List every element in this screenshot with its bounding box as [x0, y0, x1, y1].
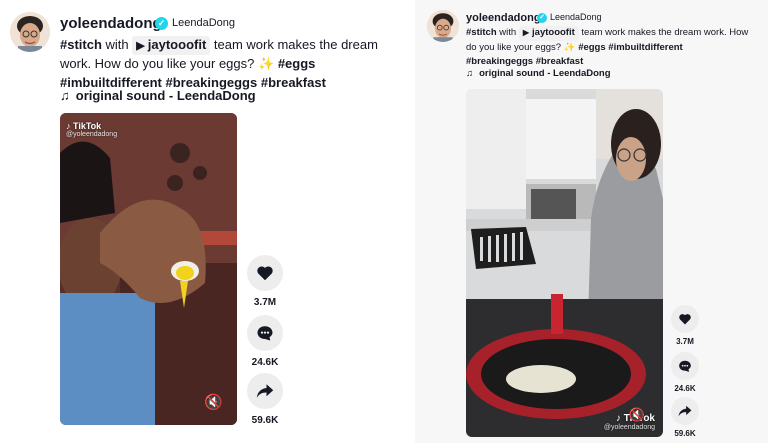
like-action[interactable]: 3.7M: [669, 305, 701, 346]
like-action[interactable]: 3.7M: [246, 255, 284, 308]
video-frame: [60, 113, 237, 425]
like-button[interactable]: [247, 255, 283, 291]
mute-icon[interactable]: 🔇: [204, 393, 223, 411]
heart-icon: [257, 266, 273, 281]
share-action[interactable]: 59.6K: [669, 397, 701, 438]
comment-icon: [257, 326, 273, 341]
hashtag-eggs[interactable]: #eggs: [278, 56, 316, 71]
video-player[interactable]: ♪ TikTok @yoleendadong 🔇: [60, 113, 237, 425]
caption-with: with: [499, 27, 517, 38]
like-count: 3.7M: [676, 337, 694, 346]
hashtag-imbuiltdifferent[interactable]: #imbuiltdifferent: [608, 42, 682, 53]
share-button[interactable]: [247, 373, 283, 409]
right-post-panel: yoleendadong ✓ LeendaDong #stitch with ▶…: [415, 0, 768, 443]
comment-count: 24.6K: [251, 357, 279, 368]
sound-label: original sound - LeendaDong: [479, 68, 611, 79]
avatar[interactable]: [427, 10, 459, 42]
sound-link[interactable]: ♫ original sound - LeendaDong: [466, 68, 611, 79]
mute-icon[interactable]: 🔇: [629, 407, 645, 423]
hashtag-breakingeggs[interactable]: #breakingeggs: [466, 56, 533, 67]
nickname[interactable]: LeendaDong: [550, 12, 602, 22]
like-count: 3.7M: [253, 297, 277, 308]
sparkle-emoji: ✨: [563, 41, 576, 53]
comment-action[interactable]: 24.6K: [669, 352, 701, 393]
mention-name: jaytooofit: [532, 27, 575, 38]
watermark-brand: TikTok: [73, 121, 102, 131]
mention-name: jaytooofit: [147, 37, 207, 52]
verified-badge-icon: ✓: [537, 13, 547, 23]
verified-badge-icon: ✓: [155, 17, 168, 30]
tiktok-logo-icon: ♪: [615, 413, 621, 424]
heart-icon: [679, 314, 691, 325]
comment-button[interactable]: [671, 352, 699, 380]
username[interactable]: yoleendadong: [60, 15, 162, 32]
share-button[interactable]: [671, 397, 699, 425]
mention-chip[interactable]: ▶ jaytooofit: [518, 26, 579, 41]
share-count: 59.6K: [251, 415, 279, 426]
caption-with: with: [105, 37, 129, 52]
left-post-panel: yoleendadong ✓ LeendaDong #stitch with ▶…: [0, 0, 405, 443]
like-button[interactable]: [671, 305, 699, 333]
avatar[interactable]: [10, 12, 50, 52]
hashtag-stitch[interactable]: #stitch: [60, 37, 102, 52]
caption: #stitch with ▶ jaytooofit team work makes…: [60, 36, 410, 93]
username[interactable]: yoleendadong: [466, 12, 541, 24]
hashtag-breakfast[interactable]: #breakfast: [261, 75, 326, 90]
music-note-icon: ♫: [60, 88, 70, 103]
panel-divider: [405, 0, 415, 443]
comment-count: 24.6K: [674, 384, 696, 393]
play-icon: ▶: [136, 40, 145, 52]
avatar-image: [427, 10, 459, 42]
hashtag-eggs[interactable]: #eggs: [578, 42, 605, 53]
sound-label: original sound - LeendaDong: [75, 88, 256, 103]
watermark-handle: @yoleendadong: [603, 424, 655, 431]
share-icon: [256, 384, 274, 398]
hashtag-breakfast[interactable]: #breakfast: [536, 56, 584, 67]
music-note-icon: ♫: [466, 68, 474, 79]
comment-button[interactable]: [247, 315, 283, 351]
tiktok-logo-icon: ♪: [66, 121, 71, 131]
comment-action[interactable]: 24.6K: [246, 315, 284, 368]
caption: #stitch with ▶ jaytooofit team work makes…: [466, 26, 751, 70]
video-player[interactable]: ♪ TikTok @yoleendadong 🔇: [466, 89, 663, 437]
nickname[interactable]: LeendaDong: [172, 17, 235, 29]
share-count: 59.6K: [674, 429, 696, 438]
share-icon: [678, 405, 692, 417]
play-icon: ▶: [522, 28, 530, 37]
mention-chip[interactable]: ▶ jaytooofit: [132, 36, 211, 55]
video-frame: [466, 89, 663, 437]
sparkle-emoji: ✨: [258, 55, 275, 71]
sound-link[interactable]: ♫ original sound - LeendaDong: [60, 88, 256, 103]
tiktok-watermark: ♪ TikTok @yoleendadong: [66, 121, 117, 138]
share-action[interactable]: 59.6K: [246, 373, 284, 426]
hashtag-stitch[interactable]: #stitch: [466, 27, 497, 38]
comment-icon: [679, 360, 691, 372]
watermark-handle: @yoleendadong: [66, 131, 118, 138]
avatar-image: [10, 12, 50, 52]
